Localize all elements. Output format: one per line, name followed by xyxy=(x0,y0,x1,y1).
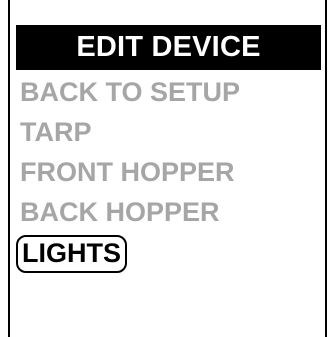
menu-item-tarp[interactable]: TARP xyxy=(20,112,240,152)
menu-item-lights[interactable]: LIGHTS xyxy=(16,235,127,273)
page-title: EDIT DEVICE xyxy=(16,25,321,70)
menu-item-front-hopper[interactable]: FRONT HOPPER xyxy=(20,152,240,192)
device-menu: BACK TO SETUP TARP FRONT HOPPER BACK HOP… xyxy=(16,72,240,273)
device-screen: EDIT DEVICE BACK TO SETUP TARP FRONT HOP… xyxy=(8,0,327,337)
menu-item-back-to-setup[interactable]: BACK TO SETUP xyxy=(20,72,240,112)
menu-item-back-hopper[interactable]: BACK HOPPER xyxy=(20,192,240,232)
